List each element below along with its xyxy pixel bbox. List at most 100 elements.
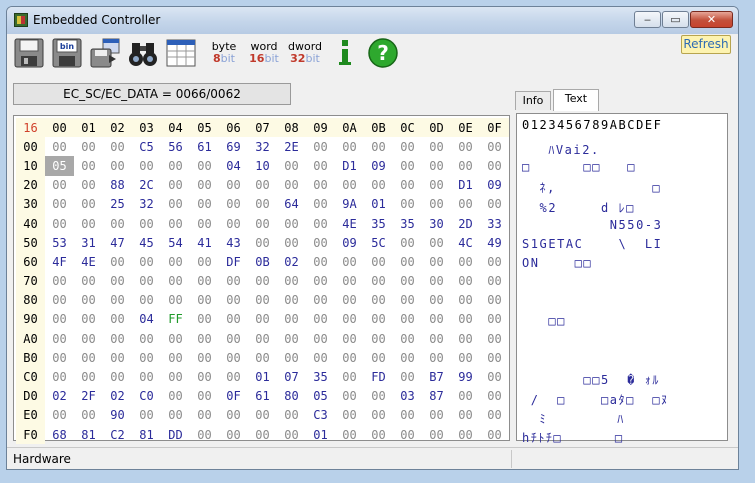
hex-cell[interactable]: 47: [103, 233, 132, 252]
hex-cell[interactable]: 00: [190, 156, 219, 175]
hex-cell[interactable]: 00: [364, 387, 393, 406]
hex-cell[interactable]: 00: [74, 348, 103, 367]
hex-cell[interactable]: 00: [132, 291, 161, 310]
tab-text[interactable]: Text: [553, 89, 599, 111]
hex-cell[interactable]: 00: [451, 425, 480, 444]
hex-cell[interactable]: C5: [132, 137, 161, 156]
hex-cell[interactable]: 00: [335, 252, 364, 271]
hex-cell[interactable]: 00: [190, 214, 219, 233]
hex-cell[interactable]: 00: [422, 291, 451, 310]
hex-cell[interactable]: 00: [480, 387, 509, 406]
hex-cell[interactable]: 00: [219, 291, 248, 310]
hex-cell[interactable]: 00: [161, 348, 190, 367]
hex-cell[interactable]: 00: [132, 329, 161, 348]
hex-cell[interactable]: 00: [364, 137, 393, 156]
hex-cell[interactable]: 00: [422, 329, 451, 348]
hex-cell[interactable]: 00: [451, 272, 480, 291]
hex-cell[interactable]: 61: [248, 387, 277, 406]
hex-cell[interactable]: 00: [480, 272, 509, 291]
hex-cell[interactable]: 4F: [45, 252, 74, 271]
hex-cell[interactable]: 00: [248, 176, 277, 195]
hex-cell[interactable]: 00: [451, 195, 480, 214]
hex-cell[interactable]: 00: [190, 176, 219, 195]
hex-cell[interactable]: 00: [248, 406, 277, 425]
hex-cell[interactable]: 00: [480, 348, 509, 367]
hex-cell[interactable]: 01: [364, 195, 393, 214]
hex-cell[interactable]: D1: [335, 156, 364, 175]
hex-cell[interactable]: 00: [277, 214, 306, 233]
hex-cell[interactable]: 00: [190, 329, 219, 348]
hex-cell[interactable]: 05: [45, 156, 74, 176]
hex-cell[interactable]: 00: [248, 329, 277, 348]
hex-cell[interactable]: 00: [422, 406, 451, 425]
hex-cell[interactable]: 5C: [364, 233, 393, 252]
hex-cell[interactable]: 00: [422, 425, 451, 444]
hex-cell[interactable]: 00: [190, 387, 219, 406]
hex-cell[interactable]: 00: [45, 310, 74, 329]
hex-cell[interactable]: 00: [393, 156, 422, 175]
hex-cell[interactable]: 00: [161, 195, 190, 214]
hex-cell[interactable]: 00: [161, 252, 190, 271]
info-button[interactable]: [329, 37, 361, 69]
hex-cell[interactable]: 00: [190, 406, 219, 425]
hex-cell[interactable]: 00: [45, 214, 74, 233]
hex-cell[interactable]: 00: [306, 195, 335, 214]
hex-cell[interactable]: 00: [219, 214, 248, 233]
hex-cell[interactable]: 00: [422, 272, 451, 291]
hex-cell[interactable]: 00: [74, 291, 103, 310]
hex-cell[interactable]: 00: [480, 252, 509, 271]
hex-cell[interactable]: 00: [74, 214, 103, 233]
hex-cell[interactable]: 00: [393, 406, 422, 425]
hex-cell[interactable]: B7: [422, 367, 451, 386]
hex-cell[interactable]: 02: [45, 387, 74, 406]
hex-cell[interactable]: 07: [277, 367, 306, 386]
hex-cell[interactable]: 00: [248, 214, 277, 233]
hex-cell[interactable]: 45: [132, 233, 161, 252]
hex-cell[interactable]: 00: [306, 272, 335, 291]
hex-cell[interactable]: 4C: [451, 233, 480, 252]
hex-cell[interactable]: 00: [161, 176, 190, 195]
hex-cell[interactable]: 00: [45, 195, 74, 214]
hex-cell[interactable]: 00: [103, 367, 132, 386]
hex-cell[interactable]: 00: [422, 252, 451, 271]
hex-cell[interactable]: 00: [422, 310, 451, 329]
hex-cell[interactable]: 00: [422, 156, 451, 175]
hex-cell[interactable]: 33: [480, 214, 509, 233]
hex-cell[interactable]: 35: [393, 214, 422, 233]
hex-cell[interactable]: 00: [74, 195, 103, 214]
hex-cell[interactable]: 00: [451, 252, 480, 271]
hex-cell[interactable]: 00: [74, 310, 103, 329]
hex-cell[interactable]: DD: [161, 425, 190, 444]
hex-cell[interactable]: 00: [248, 233, 277, 252]
hex-cell[interactable]: 00: [45, 176, 74, 195]
hex-cell[interactable]: 00: [393, 310, 422, 329]
hex-cell[interactable]: 00: [480, 137, 509, 156]
hex-cell[interactable]: 00: [190, 272, 219, 291]
hex-cell[interactable]: 00: [393, 195, 422, 214]
hex-cell[interactable]: 00: [335, 137, 364, 156]
hex-cell[interactable]: 00: [132, 406, 161, 425]
hex-cell[interactable]: 00: [161, 367, 190, 386]
hex-cell[interactable]: 00: [248, 310, 277, 329]
hex-cell[interactable]: 00: [277, 272, 306, 291]
hex-cell[interactable]: 00: [306, 233, 335, 252]
hex-cell[interactable]: 09: [364, 156, 393, 175]
hex-cell[interactable]: 00: [335, 348, 364, 367]
hex-cell[interactable]: 00: [132, 272, 161, 291]
hex-cell[interactable]: 32: [248, 137, 277, 156]
hex-cell[interactable]: 2C: [132, 176, 161, 195]
hex-cell[interactable]: 00: [393, 137, 422, 156]
hex-cell[interactable]: 9A: [335, 195, 364, 214]
hex-cell[interactable]: 25: [103, 195, 132, 214]
hex-cell[interactable]: 00: [45, 291, 74, 310]
hex-cell[interactable]: 00: [480, 367, 509, 386]
hex-cell[interactable]: 09: [480, 176, 509, 195]
hex-cell[interactable]: 00: [45, 329, 74, 348]
hex-cell[interactable]: 00: [190, 195, 219, 214]
hex-cell[interactable]: 00: [364, 425, 393, 444]
hex-cell[interactable]: 00: [190, 252, 219, 271]
hex-cell[interactable]: 90: [103, 406, 132, 425]
hex-cell[interactable]: 2D: [451, 214, 480, 233]
hex-cell[interactable]: 00: [277, 406, 306, 425]
hex-cell[interactable]: 00: [335, 367, 364, 386]
